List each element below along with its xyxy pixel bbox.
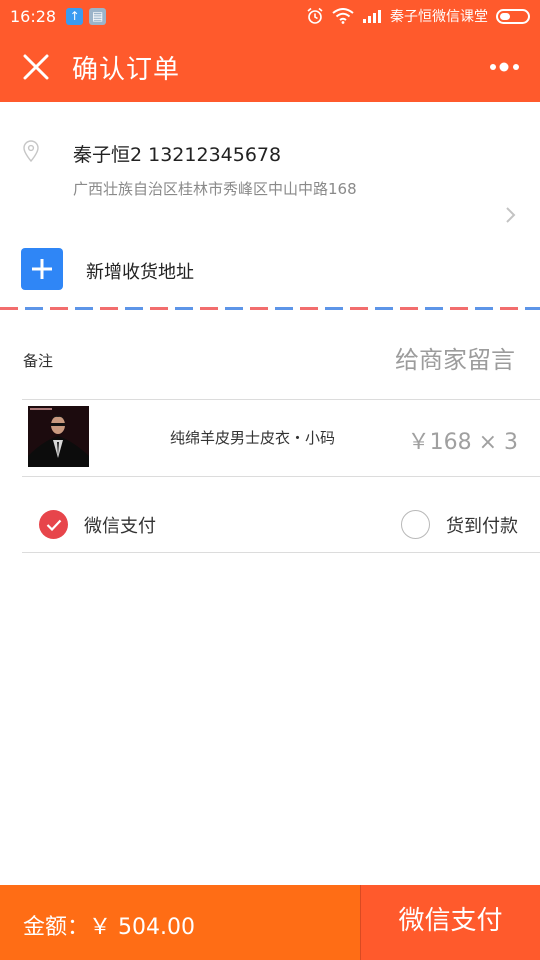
signal-icon — [363, 10, 381, 23]
divider — [22, 552, 540, 553]
checkmark-icon — [46, 519, 61, 531]
shipping-address[interactable]: 秦子恒2 13212345678 广西壮族自治区桂林市秀峰区中山中路168 — [0, 102, 540, 232]
address-detail: 广西壮族自治区桂林市秀峰区中山中路168 — [73, 180, 357, 198]
carrier-label: 秦子恒微信课堂 — [390, 9, 488, 25]
wechat-pay-option[interactable]: 微信支付 — [39, 510, 156, 539]
bottom-bar: 金额：￥ 504.00 微信支付 — [0, 885, 540, 960]
status-right-group: 秦子恒微信课堂 — [306, 6, 530, 26]
radio-checked-icon[interactable] — [39, 510, 68, 539]
envelope-divider — [0, 307, 540, 310]
remark-row: 备注 — [0, 330, 540, 390]
plus-icon — [32, 259, 52, 279]
page-title: 确认订单 — [72, 54, 181, 85]
total-amount: 金额：￥ 504.00 — [23, 915, 195, 940]
product-image — [28, 406, 89, 467]
status-time: 16:28 — [10, 6, 57, 26]
message-notification-icon: ▤ — [89, 7, 107, 25]
battery-icon — [496, 8, 530, 24]
wechat-pay-label: 微信支付 — [84, 515, 156, 537]
add-address-label: 新增收货地址 — [86, 262, 194, 283]
remark-input[interactable] — [297, 340, 517, 380]
wechat-pay-button[interactable]: 微信支付 — [360, 885, 540, 960]
location-pin-icon — [23, 140, 39, 162]
product-name: 纯绵羊皮男士皮衣・小码 — [170, 429, 336, 447]
close-button[interactable] — [0, 32, 72, 102]
divider — [22, 476, 540, 477]
add-address-row[interactable]: 新增收货地址 — [0, 238, 540, 300]
header: 确认订单 — [0, 32, 540, 102]
cash-on-delivery-label: 货到付款 — [446, 515, 518, 537]
radio-unchecked-icon[interactable] — [401, 510, 430, 539]
product-price: ￥168 × 3 — [407, 430, 518, 455]
recipient-name-phone: 秦子恒2 13212345678 — [73, 144, 282, 166]
remark-label: 备注 — [23, 352, 54, 370]
product-row: 纯绵羊皮男士皮衣・小码 ￥168 × 3 — [0, 400, 540, 476]
product-photo-icon — [28, 406, 89, 467]
close-icon — [23, 54, 49, 80]
upload-notification-icon: ↑ — [66, 7, 84, 25]
payment-options: 微信支付 货到付款 — [0, 490, 540, 560]
chevron-right-icon — [506, 207, 516, 223]
alarm-icon — [307, 7, 323, 24]
more-dots-icon — [490, 62, 519, 72]
add-address-button[interactable] — [21, 248, 63, 290]
status-bar: 16:28 ↑ ▤ 秦子恒微信课堂 — [0, 0, 540, 32]
cash-on-delivery-option[interactable]: 货到付款 — [401, 510, 518, 539]
wifi-icon — [332, 8, 354, 24]
more-button[interactable] — [470, 32, 540, 102]
